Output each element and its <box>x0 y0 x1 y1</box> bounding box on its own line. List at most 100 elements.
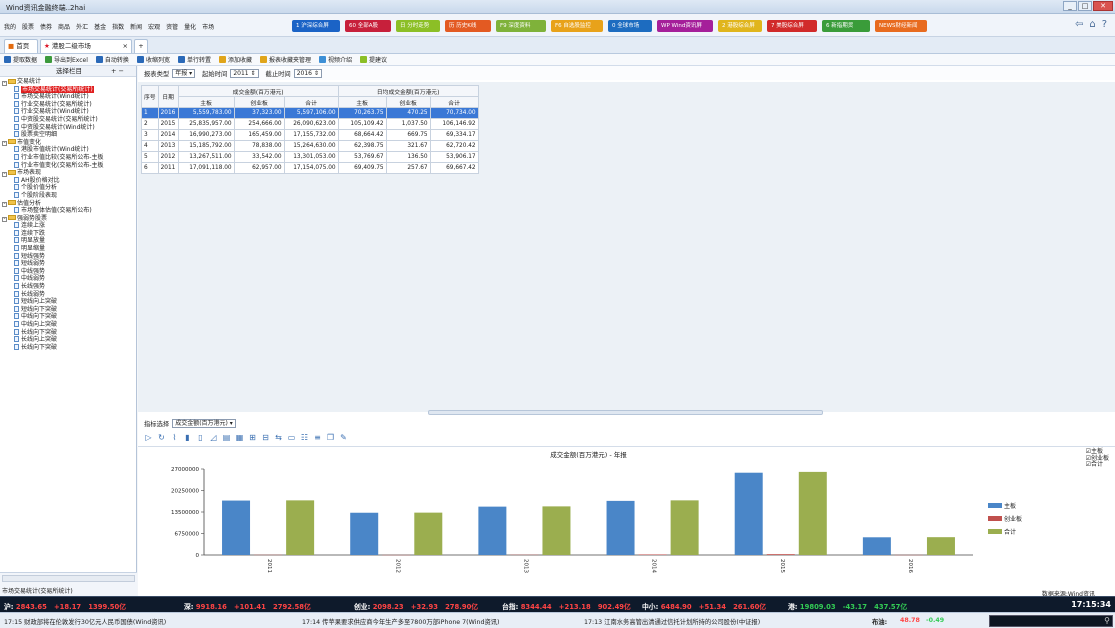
table-cell[interactable]: 257.67 <box>385 162 431 174</box>
tree-item[interactable]: 港股市值统计(Wind统计) <box>0 146 136 154</box>
table-cell[interactable]: 15,264,630.00 <box>283 140 339 152</box>
table-cell[interactable]: 2011 <box>157 162 179 174</box>
table-cell[interactable]: 470.25 <box>385 107 431 119</box>
tree-item[interactable]: 行业市值比较(交易所公布-主板 <box>0 153 136 162</box>
refresh-icon[interactable]: ↻ <box>157 433 166 442</box>
tree-item[interactable]: 长线向下突破 <box>0 343 136 352</box>
table-cell[interactable]: 2014 <box>157 129 179 141</box>
tree-item[interactable]: 市场交易统计(Wind统计) <box>0 93 136 101</box>
tree-item[interactable]: 短线向上突破 <box>0 298 136 306</box>
report-type-select[interactable]: 年报 ▾ <box>172 68 196 78</box>
menu-item[interactable]: 我的 <box>4 22 16 31</box>
col-header[interactable]: 创业板 <box>233 96 285 108</box>
table-cell[interactable]: 106,146.92 <box>429 118 479 130</box>
toolbar-button[interactable]: 收缩列宽 <box>136 55 170 64</box>
zoom-out-icon[interactable]: ⊟ <box>261 433 270 442</box>
tree-item[interactable]: 长线向上突破 <box>0 336 136 344</box>
menu-item[interactable]: 股票 <box>22 22 34 31</box>
table-cell[interactable]: 33,542.00 <box>233 151 285 163</box>
toolbar-button[interactable]: 提取数据 <box>4 55 37 64</box>
tree-item[interactable]: 个股阶段表现 <box>0 191 136 200</box>
menu-item[interactable]: 外汇 <box>76 22 88 31</box>
menu-item[interactable]: 商品 <box>58 22 70 31</box>
quick-button[interactable]: 6 新指期货 <box>822 20 870 32</box>
area-chart-icon[interactable]: ◿ <box>209 433 218 442</box>
toolbar-button[interactable]: 单行转置 <box>177 55 211 64</box>
column-chart-icon[interactable]: ▯ <box>196 433 205 442</box>
tree-item[interactable]: 明显放量 <box>0 237 136 245</box>
quick-button[interactable]: 1 沪深综合屏 <box>292 20 340 32</box>
col-header[interactable]: 创业板 <box>385 96 431 108</box>
col-header[interactable]: 合计 <box>283 96 339 108</box>
table-row[interactable]: 1 2016 5,559,783.00 37,323.00 5,597,106.00 70… <box>141 107 479 119</box>
quick-button[interactable]: 0 全球市场 <box>608 20 652 32</box>
table-cell[interactable]: 254,666.00 <box>233 118 285 130</box>
tree-folder[interactable]: - 交易统计 <box>0 78 136 86</box>
bar-chart-icon[interactable]: ▮ <box>183 433 192 442</box>
sidebar-hscrollbar[interactable] <box>2 575 135 582</box>
table-cell[interactable]: 3 <box>141 129 159 141</box>
toolbar-button[interactable]: 提建议 <box>360 55 387 64</box>
table-cell[interactable]: 62,957.00 <box>233 162 285 174</box>
table-cell[interactable]: 2013 <box>157 140 179 152</box>
swap-icon[interactable]: ⇆ <box>274 433 283 442</box>
quick-button[interactable]: 2 港股综合屏 <box>718 20 762 32</box>
table-hscrollbar[interactable] <box>428 410 823 415</box>
tree-item[interactable]: 中线向上突破 <box>0 321 136 329</box>
col-header[interactable]: 序号 <box>141 85 159 108</box>
menu-item[interactable]: 基金 <box>94 22 106 31</box>
index-quote[interactable]: 中小: 6484.90 +51.34 261.60亿 <box>642 601 766 611</box>
col-header[interactable]: 主板 <box>177 96 235 108</box>
tab-close-icon[interactable]: × <box>123 40 128 53</box>
quick-button[interactable]: WP Wind资讯屏 <box>657 20 713 32</box>
tree-item[interactable]: 中线弱势 <box>0 275 136 283</box>
quick-button[interactable]: 历 历史K线 <box>445 20 491 32</box>
search-icon[interactable]: ⚲ <box>1104 616 1110 625</box>
table-cell[interactable]: 669.75 <box>385 129 431 141</box>
col-header[interactable]: 日期 <box>157 85 179 108</box>
maximize-button[interactable]: □ <box>1078 1 1092 11</box>
tree-item[interactable]: 市场整体估值(交易所公布) <box>0 207 136 215</box>
table-cell[interactable]: 68,664.42 <box>337 129 387 141</box>
table-cell[interactable]: 4 <box>141 140 159 152</box>
quick-button[interactable]: 日 分时走势 <box>396 20 440 32</box>
table-cell[interactable]: 69,334.17 <box>429 129 479 141</box>
table-cell[interactable]: 69,667.42 <box>429 162 479 174</box>
zoom-in-icon[interactable]: ⊞ <box>248 433 257 442</box>
table-cell[interactable]: 1,037.50 <box>385 118 431 130</box>
tree-item[interactable]: 个股价值分析 <box>0 184 136 192</box>
table-cell[interactable]: 5 <box>141 151 159 163</box>
table-cell[interactable]: 53,906.17 <box>429 151 479 163</box>
tree-item[interactable]: 行业交易统计(Wind统计) <box>0 108 136 116</box>
table-cell[interactable]: 17,091,118.00 <box>177 162 235 174</box>
table-cell[interactable]: 15,185,792.00 <box>177 140 235 152</box>
toolbar-button[interactable]: 视频介绍 <box>319 55 352 64</box>
table-cell[interactable]: 105,109.42 <box>337 118 387 130</box>
table-cell[interactable]: 5,597,106.00 <box>283 107 339 119</box>
new-tab-button[interactable]: + <box>134 39 148 53</box>
news-item[interactable]: 17:15 财政部将在伦敦发行30亿元人民币国债(Wind资讯) <box>4 617 166 626</box>
menu-item[interactable]: 新闻 <box>130 22 142 31</box>
table-cell[interactable]: 6 <box>141 162 159 174</box>
table-cell[interactable]: 78,838.00 <box>233 140 285 152</box>
table-cell[interactable]: 16,990,273.00 <box>177 129 235 141</box>
quick-button[interactable]: 7 美股综合屏 <box>767 20 817 32</box>
tree-item[interactable]: 中资股交易统计(交易所统计) <box>0 115 136 124</box>
line-chart-icon[interactable]: ⌇ <box>170 433 179 442</box>
tree-item[interactable]: 明显缩量 <box>0 245 136 253</box>
tab-home[interactable]: ■ 首页 <box>4 39 38 53</box>
tree-folder[interactable]: - 估值分析 <box>0 200 136 208</box>
toolbar-button[interactable]: 自动转换 <box>95 55 129 64</box>
back-icon[interactable]: ⇦ <box>1075 19 1083 30</box>
index-quote[interactable]: 创业: 2098.23 +32.93 278.90亿 <box>354 601 478 611</box>
table-cell[interactable]: 70,263.75 <box>337 107 387 119</box>
toolbar-button[interactable]: 添加收藏 <box>218 55 252 64</box>
table-icon[interactable]: ☷ <box>300 433 309 442</box>
col-header[interactable]: 合计 <box>429 96 479 108</box>
start-year-stepper[interactable]: 2011 ⇕ <box>230 68 259 78</box>
table-row[interactable]: 6 2011 17,091,118.00 62,957.00 17,154,075.00… <box>141 162 479 174</box>
menu-item[interactable]: 指数 <box>112 22 124 31</box>
table-cell[interactable]: 165,459.00 <box>233 129 285 141</box>
help-icon[interactable]: ? <box>1102 19 1107 30</box>
index-quote[interactable]: 深: 9918.16 +101.41 2792.58亿 <box>184 601 311 611</box>
